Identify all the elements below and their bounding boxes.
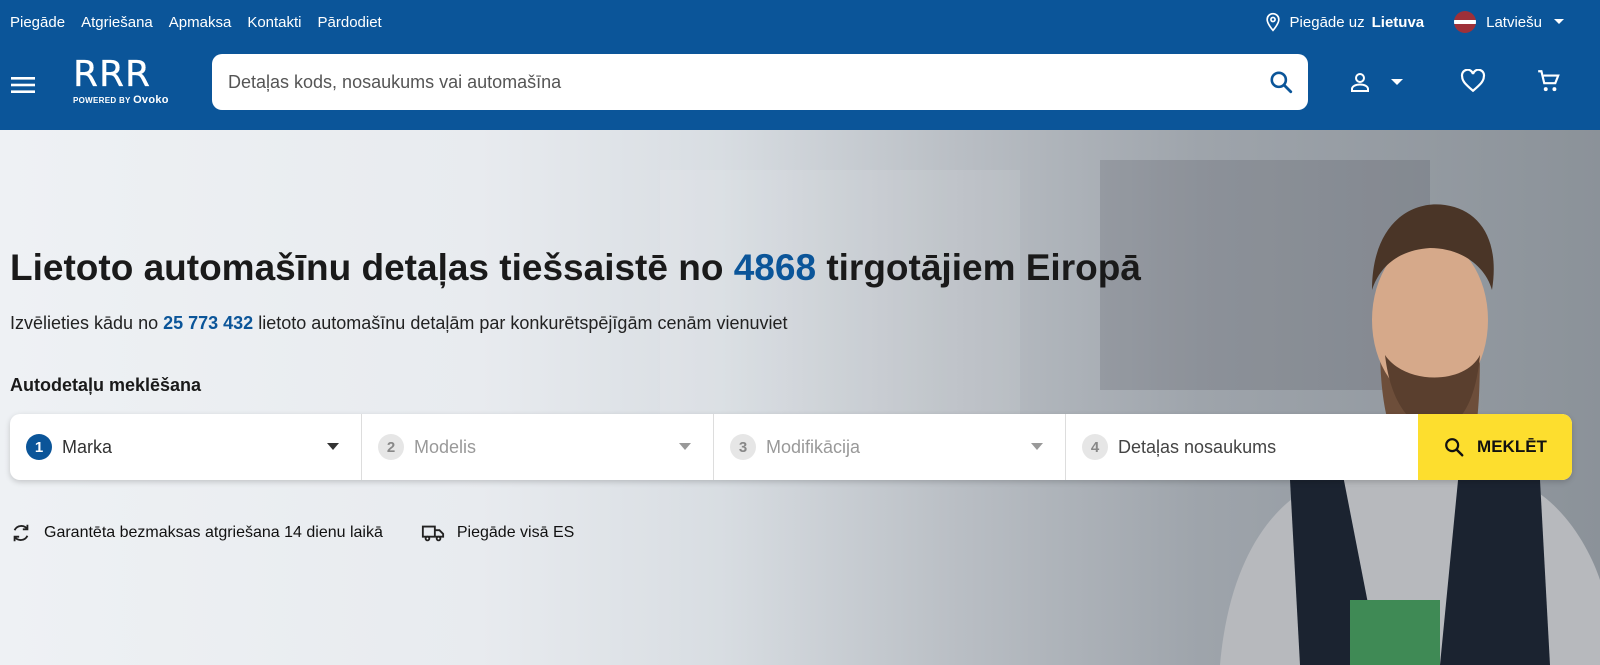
- truck-icon: [421, 525, 444, 542]
- logo-powered-by: POWERED BY Ovoko: [73, 94, 169, 106]
- parts-count: 25 773 432: [163, 313, 254, 333]
- feature-returns: Garantēta bezmaksas atgriešana 14 dienu …: [10, 522, 383, 544]
- finder-label: Autodetaļu meklēšana: [10, 375, 202, 395]
- top-links: Piegāde Atgriešana Apmaksa Kontakti Pārd…: [10, 14, 382, 31]
- hero-title-suffix: tirgotājiem Eiropā: [826, 247, 1141, 288]
- model-select[interactable]: 2 Modelis: [362, 414, 714, 480]
- delivery-prefix: Piegāde uz: [1289, 13, 1365, 31]
- brand-text: Ovoko: [133, 94, 169, 106]
- feature-returns-text: Garantēta bezmaksas atgriešana 14 dienu …: [44, 524, 383, 541]
- account-chevron-down-icon[interactable]: [1390, 77, 1404, 87]
- part-name-input[interactable]: 4 Detaļas nosaukums: [1066, 414, 1418, 480]
- hero-section: Lietoto automašīnu detaļas tiešsaistē no…: [0, 130, 1600, 665]
- feature-shipping: Piegāde visā ES: [421, 522, 574, 544]
- caret-down-icon: [679, 443, 691, 450]
- delivery-country-selector[interactable]: Piegāde uz Lietuva: [1263, 10, 1425, 34]
- top-bar: Piegāde Atgriešana Apmaksa Kontakti Pārd…: [0, 0, 1600, 46]
- modification-select-label: Modifikācija: [766, 436, 861, 457]
- link-returns[interactable]: Atgriešana: [81, 14, 153, 31]
- hero-title-prefix: Lietoto automašīnu detaļas tiešsaistē no: [10, 247, 724, 288]
- link-payment[interactable]: Apmaksa: [169, 14, 232, 31]
- user-icon[interactable]: [1348, 70, 1372, 94]
- features-list: Garantēta bezmaksas atgriešana 14 dienu …: [10, 522, 574, 544]
- make-select[interactable]: 1 Marka: [10, 414, 362, 480]
- chevron-down-icon: [1554, 19, 1564, 24]
- feature-shipping-text: Piegāde visā ES: [456, 524, 575, 541]
- step-badge: 2: [378, 434, 404, 460]
- link-sell[interactable]: Pārdodiet: [318, 14, 382, 31]
- delivery-country: Lietuva: [1371, 13, 1425, 31]
- search-bar: [212, 54, 1308, 110]
- cart-icon[interactable]: [1536, 68, 1562, 94]
- search-icon[interactable]: [1268, 69, 1294, 95]
- subtitle-prefix: Izvēlieties kādu no: [10, 313, 159, 333]
- language-label: Latviešu: [1486, 13, 1542, 31]
- search-button[interactable]: MEKLĒT: [1418, 414, 1572, 480]
- subtitle-suffix: lietoto automašīnu detaļām par konkurēts…: [258, 313, 788, 333]
- menu-icon[interactable]: [10, 72, 36, 98]
- heart-icon[interactable]: [1460, 69, 1486, 93]
- part-name-placeholder: Detaļas nosaukums: [1118, 436, 1277, 457]
- site-logo[interactable]: RRR POWERED BY Ovoko: [73, 54, 169, 106]
- background-shelving: [660, 170, 1020, 430]
- hero-title: Lietoto automašīnu detaļas tiešsaistē no…: [10, 247, 1141, 289]
- model-select-label: Modelis: [414, 436, 477, 457]
- step-badge: 1: [26, 434, 52, 460]
- search-icon: [1445, 438, 1464, 457]
- link-delivery[interactable]: Piegāde: [10, 14, 65, 31]
- logo-mark: RRR: [73, 54, 152, 95]
- step-badge: 4: [1082, 434, 1108, 460]
- latvia-flag-icon: [1454, 11, 1477, 33]
- seller-count: 4868: [733, 247, 817, 288]
- caret-down-icon: [1031, 443, 1043, 450]
- link-contacts[interactable]: Kontakti: [247, 14, 301, 31]
- search-button-label: MEKLĒT: [1477, 437, 1547, 456]
- main-header: RRR POWERED BY Ovoko: [0, 46, 1600, 130]
- language-selector[interactable]: Latviešu: [1454, 11, 1566, 33]
- modification-select[interactable]: 3 Modifikācija: [714, 414, 1066, 480]
- part-finder: 1 Marka 2 Modelis 3 Modifikācija 4 Detaļ…: [10, 414, 1572, 480]
- step-badge: 3: [730, 434, 756, 460]
- make-select-label: Marka: [62, 436, 113, 457]
- hero-person-image: [1220, 204, 1600, 665]
- search-input[interactable]: [228, 54, 1228, 110]
- refresh-icon: [13, 524, 29, 542]
- hero-subtitle: Izvēlieties kādu no 25 773 432 lietoto a…: [10, 313, 788, 334]
- caret-down-icon: [327, 443, 339, 450]
- location-pin-icon: [1265, 12, 1280, 32]
- powered-by-text: POWERED BY: [73, 96, 131, 105]
